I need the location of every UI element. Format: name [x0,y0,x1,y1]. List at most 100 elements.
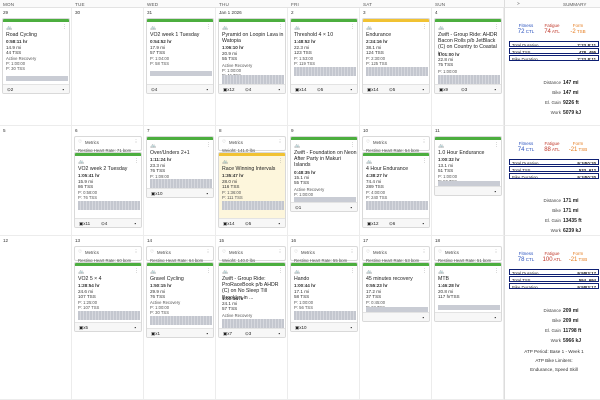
footer-item[interactable]: ▣x14 [367,87,379,93]
menu-icon[interactable]: ⋮ [494,268,499,274]
menu-icon[interactable]: ⋮ [134,158,139,164]
menu-icon[interactable]: ⋮ [278,139,282,145]
menu-icon[interactable]: ⋮ [350,24,355,30]
menu-icon[interactable]: ⋮ [206,268,211,274]
workout-card[interactable]: 🚲 ⋮ Pyramid on Loopin Lava in Watopia 1:06:… [218,18,286,94]
footer-item[interactable]: ▣x12 [367,221,379,227]
menu-icon[interactable]: ⋮ [350,249,354,255]
footer-item[interactable]: ▣x14 [223,221,235,227]
metrics-card[interactable]: ♡ Metrics ⋮ Resting Heart Rate: 51 bpm [434,246,502,263]
footer-item[interactable]: ▣x14 [295,87,307,93]
comment-icon[interactable]: ▪ [278,87,280,92]
workout-card[interactable]: 🚲 ⋮ Race Winning Intervals 1:35:47 hr 28.0 m… [218,152,286,228]
menu-icon[interactable]: ⋮ [278,158,283,164]
comment-icon[interactable]: ▪ [422,87,424,92]
comment-icon[interactable]: ▪ [278,331,280,336]
workout-card[interactable]: 🚲 ⋮ Zwift - Group Ride: ProRaceBook p/b AH… [218,262,286,338]
comment-icon[interactable]: ▪ [278,221,280,226]
metrics-card[interactable]: ♡ Metrics ⋮ Resting Heart Rate: 55 bpm [290,246,358,263]
workout-card[interactable]: 🚲 ⋮ Zwift - Group Ride: AHDR Bacon Rolls p… [434,18,502,94]
footer-item[interactable]: ▣x10 [151,191,163,197]
menu-icon[interactable]: ⋮ [494,24,499,30]
menu-icon[interactable]: ⋮ [206,249,210,255]
menu-icon[interactable]: ⋮ [62,24,67,30]
comment-icon[interactable]: ▪ [350,325,352,330]
workout-card[interactable]: 🚲 ⋮ Threshold 4 × 10 1:48:52 hr 22.3 mi 123 T… [290,18,358,94]
menu-icon[interactable]: ⋮ [422,158,427,164]
comment-icon[interactable]: ▪ [206,87,208,92]
day-cell[interactable]: 12 [0,236,72,399]
metrics-card[interactable]: ♡ Metrics ⋮ Weight: 140.0 lbs [218,246,286,263]
menu-icon[interactable]: ⋮ [278,249,282,255]
comment-icon[interactable]: ▪ [62,87,64,92]
menu-icon[interactable]: ⋮ [494,142,499,148]
menu-icon[interactable]: ⋮ [422,24,427,30]
menu-icon[interactable]: ⋮ [422,249,426,255]
workout-card[interactable]: 🚲 ⋮ VO2 week 2 Tuesday 1:05:41 hr 15.9 mi 86 … [74,152,142,228]
comment-icon[interactable]: ▪ [206,331,208,336]
menu-icon[interactable]: ⋮ [422,268,427,274]
comment-icon[interactable]: ▪ [422,315,424,320]
footer-item[interactable]: ⊙4 [101,221,107,227]
comment-icon[interactable]: ▪ [350,87,352,92]
footer-item[interactable]: ⊙5 [317,87,323,93]
workout-card[interactable]: 🚲 ⋮ VO2 5 × 4 1:28:54 hr 24.6 mi 107 TSS P: 1:… [74,262,142,332]
workout-card[interactable]: 🚲 ⋮ MTB 1:46:28 hr 20.8 mi 117 hrTSS ▪ [434,262,502,322]
comment-icon[interactable]: ▪ [494,315,496,320]
menu-icon[interactable]: ⋮ [350,268,355,274]
workout-card[interactable]: 🚲 ⋮ Gravel Cycling 1:50:15 hr 29.9 mi 76 TSS A… [146,262,214,338]
workout-card[interactable]: 🚲 ⋮ 4 Hour Endurance 4:38:27 hr 74.4 mi 289 T… [362,152,430,228]
footer-item[interactable]: ⊙4 [245,87,251,93]
workout-card[interactable]: 🚲 ⋮ Over/Unders 2+1 1:11:24 hr 23.3 mi 76 TSS… [146,136,214,198]
footer-item[interactable]: ▣x7 [223,331,232,337]
footer-item[interactable]: ⊙2 [7,87,13,93]
comment-icon[interactable]: ▪ [494,87,496,92]
comment-icon[interactable]: ▪ [206,191,208,196]
footer-item[interactable]: ⊙6 [389,221,395,227]
day-cell[interactable]: 5 [0,126,72,235]
footer-item[interactable]: ▣x10 [295,325,307,331]
menu-icon[interactable]: ⋮ [278,24,283,30]
footer-item[interactable]: ⊙5 [389,87,395,93]
comment-icon[interactable]: ▪ [134,221,136,226]
menu-icon[interactable]: ⋮ [422,139,426,145]
footer-item[interactable]: ▣x11 [79,221,90,227]
workout-title: 1.0 Hour Endurance [438,150,485,156]
footer-item[interactable]: ▣x12 [223,87,235,93]
workout-card[interactable]: 🚲 ⋮ VO2 week 1 Tuesday 0:54:52 hr 17.9 mi 57 … [146,18,214,94]
day-cell[interactable]: 30 [72,8,144,125]
workout-card[interactable]: 🚲 ⋮ Hando 1:00:44 hr 17.1 mi 58 TSS P: 1:00:00… [290,262,358,332]
footer-item[interactable]: ▣x5 [79,325,88,331]
metrics-card[interactable]: ♡ Metrics ⋮ Resting Heart Rate: 54 bpm [362,136,430,153]
footer-item[interactable]: ⊙1 [295,205,301,211]
menu-icon[interactable]: ⋮ [206,142,211,148]
workout-card[interactable]: 🚲 ⋮ 45 minutes recovery 0:55:23 hr 17.2 mi 37… [362,262,430,322]
menu-icon[interactable]: ⋮ [134,139,138,145]
metrics-card[interactable]: ♡ Metrics ⋮ Resting Heart Rate: 71 bpm [74,136,142,153]
workout-card[interactable]: 🚲 ⋮ Endurance 2:24:16 hr 38.1 mi 124 TSS P: 2:… [362,18,430,94]
footer-item[interactable]: ▣x1 [151,331,160,337]
workout-card[interactable]: 🚲 ⋮ Road Cycling 0:58:11 hr 14.9 mi 44 TSS Act… [2,18,70,94]
metrics-card[interactable]: ♡ Metrics ⋮ Resting Heart Rate: 60 bpm [74,246,142,263]
collapse-summary-icon[interactable]: > [517,1,520,6]
footer-item[interactable]: ⊙3 [461,87,467,93]
comment-icon[interactable]: ▪ [422,221,424,226]
footer-item[interactable]: ▣x9 [439,87,448,93]
menu-icon[interactable]: ⋮ [350,142,355,148]
comment-icon[interactable]: ▪ [350,205,352,210]
comment-icon[interactable]: ▪ [134,325,136,330]
menu-icon[interactable]: ⋮ [206,24,211,30]
menu-icon[interactable]: ⋮ [134,268,139,274]
menu-icon[interactable]: ⋮ [134,249,138,255]
metrics-card[interactable]: ♡ Metrics ⋮ Resting Heart Rate: 64 bpm [146,246,214,263]
comment-icon[interactable]: ▪ [494,189,496,194]
menu-icon[interactable]: ⋮ [494,249,498,255]
metrics-card[interactable]: ♡ Metrics ⋮ Resting Heart Rate: 53 bpm [362,246,430,263]
footer-item[interactable]: ⊙4 [151,87,157,93]
menu-icon[interactable]: ⋮ [278,268,283,274]
workout-card[interactable]: 🚲 ⋮ 1.0 Hour Endurance 1:00:32 hr 13.1 mi 51 … [434,136,502,196]
footer-item[interactable]: ⊙3 [245,331,251,337]
footer-item[interactable]: ⊙5 [245,221,251,227]
metrics-card[interactable]: ♡ Metrics ⋮ Weight: 141.0 lbs [218,136,286,153]
workout-card[interactable]: 🚲 ⋮ Zwift - Foundation on Neon After Party… [290,136,358,212]
